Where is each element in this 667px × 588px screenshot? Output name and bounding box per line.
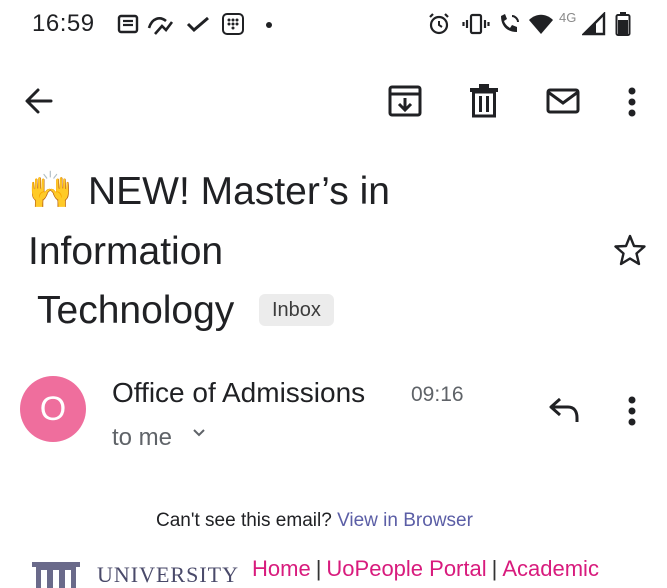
wifi-signal-icon [529,14,553,34]
university-wordmark: UNIVERSITY [97,562,239,587]
back-arrow-icon[interactable] [24,86,54,116]
recipient-label[interactable]: to me [112,424,172,452]
star-icon[interactable] [614,234,646,266]
check-notification-icon [186,16,209,33]
chevron-down-icon[interactable] [191,425,207,441]
footer-nav: Home | UoPeople Portal | Academic [252,556,599,582]
cell-signal-icon [582,12,606,36]
vibrate-icon [462,13,490,35]
status-bar: 16:59 4G [0,0,667,56]
message-notification-icon [117,14,139,34]
reply-icon[interactable] [548,396,580,424]
dialpad-notification-icon [222,13,244,35]
archive-icon[interactable] [388,85,422,117]
email-subject-line-2: Information [28,230,224,273]
view-in-browser-link[interactable]: View in Browser [337,510,473,531]
alarm-icon [429,13,449,35]
university-logo-icon [32,562,80,588]
cant-see-text: Can't see this email? [156,510,332,531]
mail-icon[interactable] [546,88,580,114]
trash-icon[interactable] [470,84,498,118]
subject-emoji: 🙌 [28,169,73,210]
nav-separator: | [315,556,322,581]
email-subject-line-1: NEW! Master’s in [88,170,390,213]
missed-call-notification-icon [147,17,174,35]
more-vert-icon[interactable] [626,86,638,118]
nav-academic-link[interactable]: Academic [502,556,599,581]
nav-home-link[interactable]: Home [252,556,311,581]
more-notifications-dot-icon [266,22,272,28]
wifi-calling-icon [501,14,519,32]
sender-name: Office of Admissions [112,377,366,408]
status-time: 16:59 [32,10,95,37]
inbox-label-chip[interactable]: Inbox [259,294,334,326]
email-time: 09:16 [411,383,464,406]
nav-separator: | [491,556,498,581]
cant-see-email-line: Can't see this email? View in Browser [156,510,473,532]
battery-icon [615,12,631,36]
sender-avatar[interactable]: O [20,376,86,442]
nav-portal-link[interactable]: UoPeople Portal [326,556,486,581]
message-more-icon[interactable] [626,395,638,427]
network-type-label: 4G [559,10,577,25]
email-subject-line-3: Technology [37,289,235,332]
